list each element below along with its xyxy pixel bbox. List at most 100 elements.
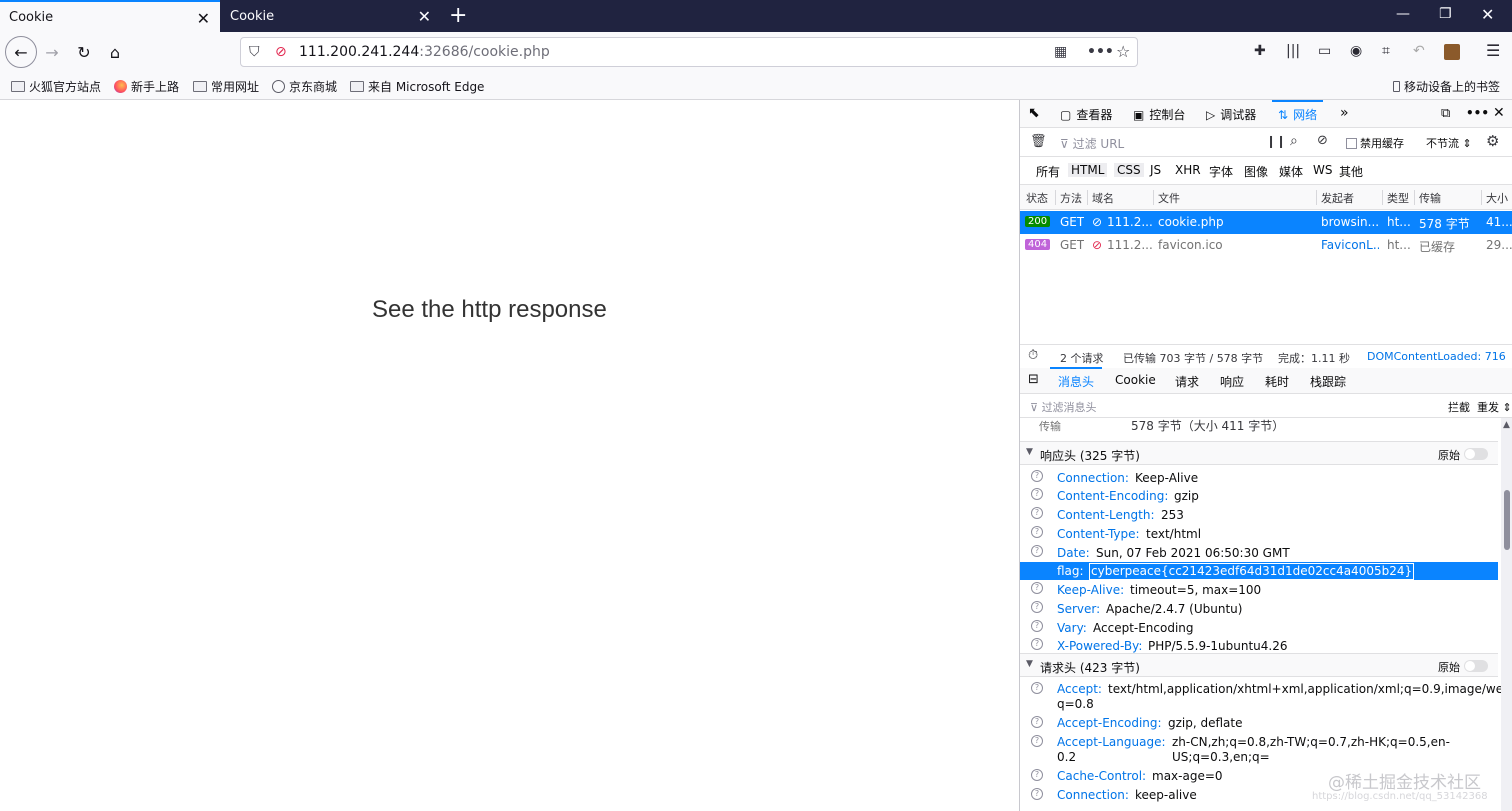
header-value-continued[interactable]: q=0.8: [1057, 697, 1094, 712]
header-value[interactable]: PHP/5.5.9-1ubuntu4.26: [1148, 639, 1288, 654]
disable-cache-checkbox[interactable]: 禁用缓存: [1346, 135, 1404, 151]
tab-debugger[interactable]: ▷ 调试器: [1206, 106, 1256, 123]
scrollbar-thumb[interactable]: [1504, 490, 1510, 550]
header-value[interactable]: Apache/2.4.7 (Ubuntu): [1106, 602, 1242, 617]
tab-cookie[interactable]: Cookie ✕: [221, 0, 441, 32]
qr-code-icon[interactable]: ▦: [1054, 44, 1067, 60]
request-row[interactable]: 404 GET ⊘ 111.2... favicon.ico FaviconL.…: [1020, 234, 1512, 257]
type-other[interactable]: 其他: [1336, 163, 1366, 180]
col-type[interactable]: 类型: [1382, 190, 1409, 205]
header-value[interactable]: timeout=5, max=100: [1130, 583, 1261, 598]
block-button[interactable]: 拦截: [1448, 399, 1470, 415]
response-header-row[interactable]: ? Connection: Keep-Alive: [1020, 469, 1498, 487]
throttle-select[interactable]: 不节流 ⇕: [1426, 135, 1472, 151]
help-icon[interactable]: ?: [1031, 620, 1043, 632]
help-icon[interactable]: ?: [1031, 601, 1043, 613]
header-value[interactable]: zh-CN,zh;q=0.8,zh-TW;q=0.7,zh-HK;q=0.5,e…: [1172, 735, 1498, 765]
bookmark-getting-started[interactable]: 新手上路: [114, 78, 179, 95]
request-headers-section[interactable]: ▼ 请求头 (423 字节) 原始: [1020, 653, 1498, 677]
tab-timings[interactable]: 耗时: [1265, 373, 1289, 390]
type-ws[interactable]: WS: [1310, 163, 1335, 177]
response-header-row[interactable]: ? Content-Encoding: gzip: [1020, 487, 1498, 505]
headers-filter-input[interactable]: ⊽ 过滤消息头: [1030, 399, 1097, 415]
col-status[interactable]: 状态: [1022, 190, 1048, 205]
back-button[interactable]: ←: [5, 36, 37, 68]
bookmark-jd[interactable]: 京东商城: [272, 78, 337, 95]
header-value[interactable]: gzip, deflate: [1168, 716, 1243, 731]
search-icon[interactable]: ⌕: [1290, 133, 1298, 149]
help-icon[interactable]: ?: [1031, 507, 1043, 519]
pause-icon[interactable]: ❙❙: [1266, 134, 1286, 148]
type-images[interactable]: 图像: [1241, 163, 1271, 180]
help-icon[interactable]: ?: [1031, 488, 1043, 500]
bookmark-edge-import[interactable]: 来自 Microsoft Edge: [350, 78, 484, 95]
minimize-icon[interactable]: —: [1396, 6, 1410, 22]
raw-toggle[interactable]: [1464, 448, 1488, 460]
close-window-icon[interactable]: ✕: [1481, 5, 1494, 24]
sidebar-icon[interactable]: ▭: [1318, 43, 1331, 59]
resend-button[interactable]: 重发 ⇕: [1477, 399, 1512, 415]
tab-cookies[interactable]: Cookie: [1115, 373, 1156, 387]
help-icon[interactable]: ?: [1031, 735, 1043, 747]
response-header-row[interactable]: ? Vary: Accept-Encoding: [1020, 619, 1498, 637]
col-transfer[interactable]: 传输: [1414, 190, 1441, 205]
tab-network[interactable]: ⇅ 网络: [1271, 100, 1324, 123]
header-value[interactable]: cyberpeace{cc21423edf64d31d1de02cc4a4005…: [1088, 563, 1415, 580]
col-domain[interactable]: 域名: [1087, 190, 1114, 205]
tab-response[interactable]: 响应: [1220, 373, 1244, 390]
scroll-up-icon[interactable]: ▲: [1503, 420, 1510, 430]
header-value[interactable]: max-age=0: [1152, 769, 1223, 784]
type-html[interactable]: HTML: [1068, 163, 1108, 177]
response-header-row[interactable]: ? Server: Apache/2.4.7 (Ubuntu): [1020, 600, 1498, 618]
col-method[interactable]: 方法: [1055, 190, 1082, 205]
response-header-row[interactable]: ? Keep-Alive: timeout=5, max=100: [1020, 581, 1498, 599]
help-icon[interactable]: ?: [1031, 769, 1043, 781]
type-xhr[interactable]: XHR: [1172, 163, 1204, 177]
header-value[interactable]: text/html,application/xhtml+xml,applicat…: [1108, 682, 1512, 697]
response-header-row[interactable]: flag: cyberpeace{cc21423edf64d31d1de02cc4…: [1020, 562, 1498, 580]
response-headers-section[interactable]: ▼ 响应头 (325 字节) 原始: [1020, 441, 1498, 465]
help-icon[interactable]: ?: [1031, 545, 1043, 557]
bookmark-firefox-official[interactable]: 火狐官方站点: [11, 78, 101, 95]
account-icon[interactable]: ◉: [1350, 43, 1362, 59]
restore-icon[interactable]: ❐: [1439, 6, 1452, 22]
tab-cookie-active[interactable]: Cookie ✕: [0, 0, 220, 32]
tab-inspector[interactable]: ▢ 查看器: [1060, 106, 1112, 123]
close-tab-icon[interactable]: ✕: [197, 9, 210, 28]
header-value[interactable]: Sun, 07 Feb 2021 06:50:30 GMT: [1096, 546, 1290, 561]
filter-url-input[interactable]: ⊽ 过滤 URL: [1060, 135, 1124, 152]
screenshot-icon[interactable]: ⌗: [1382, 43, 1390, 59]
type-media[interactable]: 媒体: [1276, 163, 1306, 180]
request-initiator[interactable]: FaviconL...: [1321, 238, 1379, 252]
close-devtools-icon[interactable]: ✕: [1493, 105, 1505, 121]
url-bar[interactable]: ⛉ ⊘ 111.200.241.244:32686/cookie.php ▦ •…: [240, 37, 1138, 67]
col-initiator[interactable]: 发起者: [1316, 190, 1354, 205]
bookmark-star-icon[interactable]: ☆: [1116, 42, 1130, 61]
response-header-row[interactable]: ? Date: Sun, 07 Feb 2021 06:50:30 GMT: [1020, 544, 1498, 562]
type-css[interactable]: CSS: [1114, 163, 1144, 177]
reload-button[interactable]: ↻: [70, 39, 98, 65]
tab-headers[interactable]: 消息头: [1049, 367, 1103, 390]
forward-button[interactable]: →: [38, 39, 66, 65]
toggle-panel-icon[interactable]: ⊟: [1028, 372, 1039, 387]
response-header-row[interactable]: ? Content-Length: 253: [1020, 506, 1498, 524]
bookmark-common-sites[interactable]: 常用网址: [193, 78, 259, 95]
help-icon[interactable]: ?: [1031, 788, 1043, 800]
type-fonts[interactable]: 字体: [1206, 163, 1236, 180]
avatar-icon[interactable]: [1444, 44, 1460, 60]
tab-request[interactable]: 请求: [1175, 373, 1199, 390]
settings-gear-icon[interactable]: ⚙: [1486, 132, 1499, 150]
insecure-lock-icon[interactable]: ⊘: [275, 44, 287, 60]
header-value[interactable]: text/html: [1146, 527, 1201, 542]
col-size[interactable]: 大小: [1481, 190, 1508, 205]
dock-icon[interactable]: ⧉: [1441, 106, 1450, 121]
help-icon[interactable]: ?: [1031, 582, 1043, 594]
mobile-bookmarks[interactable]: 移动设备上的书签: [1393, 78, 1500, 95]
help-icon[interactable]: ?: [1031, 716, 1043, 728]
header-value[interactable]: 253: [1161, 508, 1184, 523]
devtools-menu-icon[interactable]: •••: [1466, 106, 1489, 120]
header-value-continued[interactable]: 0.2: [1057, 750, 1076, 765]
element-picker-icon[interactable]: ⬉: [1028, 105, 1040, 121]
new-tab-icon[interactable]: +: [449, 3, 467, 28]
extensions-icon[interactable]: ✚: [1254, 43, 1266, 59]
